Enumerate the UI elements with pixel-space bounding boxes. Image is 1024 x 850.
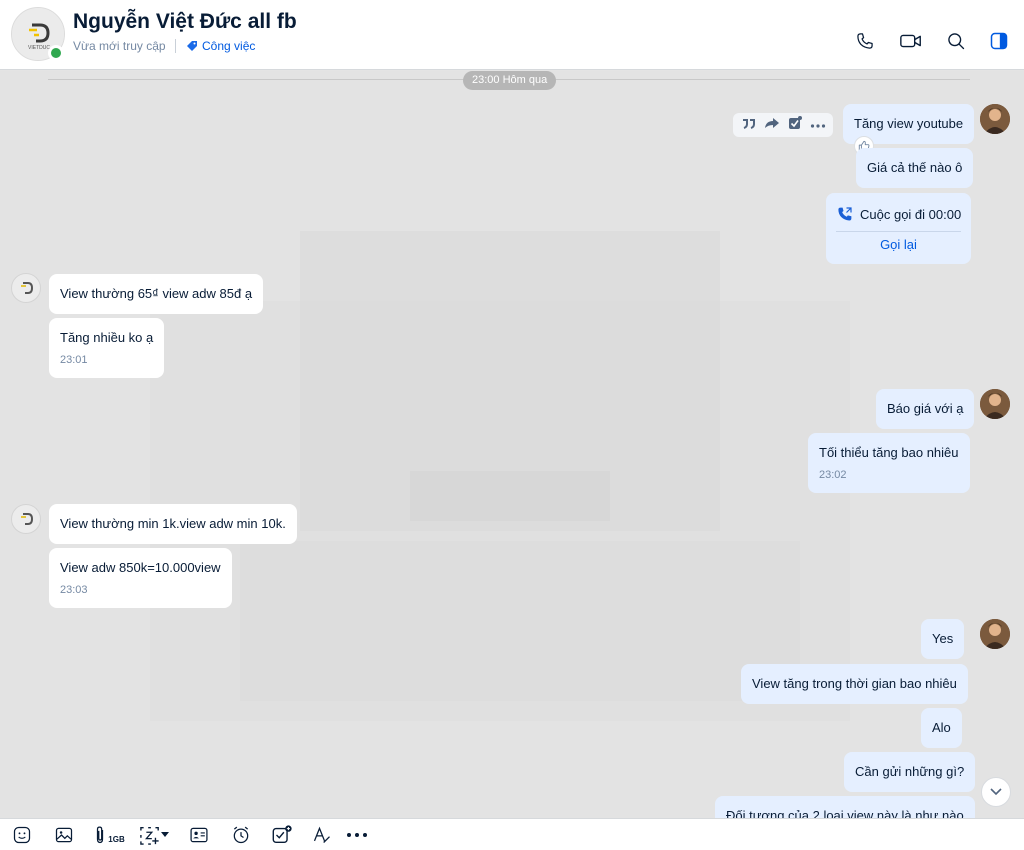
message-bubble[interactable]: View tăng trong thời gian bao nhiêu (741, 664, 968, 704)
message-bubble[interactable]: Tăng nhiều ko ạ 23:01 (49, 318, 165, 378)
contact-avatar-small[interactable] (11, 504, 41, 534)
image-button[interactable] (53, 824, 75, 846)
phone-icon (857, 33, 873, 49)
online-status-dot (48, 45, 64, 61)
more-options-button[interactable] (345, 824, 369, 846)
message-text: Tăng nhiều ko ạ (60, 330, 154, 345)
header-divider (175, 39, 176, 53)
message-time: 23:01 (60, 354, 88, 366)
reminder-button[interactable] (230, 824, 252, 846)
call-divider (836, 231, 961, 232)
message-text: View adw 850k=10.000view (60, 560, 221, 575)
message-bubble[interactable]: Cần gửi những gì? (844, 752, 976, 792)
last-seen-status: Vừa mới truy cập (73, 39, 166, 53)
search-button[interactable] (942, 27, 970, 55)
avatar-logo-text: VIETDUC (28, 45, 50, 51)
image-icon (55, 827, 73, 843)
message-bubble[interactable]: Yes (921, 619, 965, 659)
attachment-icon (97, 826, 104, 844)
reminder-icon (233, 826, 249, 844)
contact-avatar-small[interactable] (11, 273, 41, 303)
outgoing-call-icon (838, 207, 852, 221)
message-actions-toolbar (733, 113, 833, 137)
file-size-label: 1GB (108, 834, 125, 844)
call-history-card: Cuộc gọi đi 00:00 Gọi lại (826, 193, 971, 264)
message-bubble[interactable]: Báo giá với ạ (876, 389, 975, 429)
sticker-icon (13, 826, 31, 844)
caret-down-icon (161, 832, 169, 837)
message-text: Tối thiểu tăng bao nhiêu (819, 445, 959, 460)
attachment-button[interactable]: 1GB (93, 824, 125, 846)
text-format-button[interactable] (311, 824, 333, 846)
contact-name[interactable]: Nguyễn Việt Đức all fb (73, 10, 297, 34)
label-tag[interactable]: Công việc (186, 39, 255, 53)
tag-label: Công việc (202, 39, 256, 53)
contact-card-icon (190, 827, 208, 843)
call-label: Cuộc gọi đi 00:00 (860, 206, 962, 222)
create-task-button[interactable] (787, 115, 803, 136)
sidebar-toggle-icon (990, 32, 1008, 50)
create-task-button[interactable] (270, 824, 294, 846)
call-back-button[interactable]: Gọi lại (826, 237, 971, 252)
message-bubble[interactable]: View thường 65₫ view adw 85đ ạ (49, 274, 264, 314)
message-time: 23:02 (819, 469, 847, 481)
more-actions-button[interactable] (810, 116, 826, 134)
video-call-button[interactable] (897, 27, 925, 55)
message-bubble[interactable]: View thường min 1k.view adw min 10k. (49, 504, 297, 544)
message-time: 23:03 (60, 584, 88, 596)
task-check-icon (788, 115, 802, 129)
avatar-photo (980, 389, 1010, 419)
composer-toolbar: 1GB (0, 818, 1024, 850)
message-bubble[interactable]: Alo (921, 708, 962, 748)
quote-reply-button[interactable] (741, 116, 757, 135)
message-bubble[interactable]: Tối thiểu tăng bao nhiêu 23:02 (808, 433, 970, 493)
phone-call-button[interactable] (851, 27, 879, 55)
contact-card-button[interactable] (188, 824, 210, 846)
message-bubble[interactable]: Giá cả thế nào ô (856, 148, 974, 188)
chat-header: VIETDUC Nguyễn Việt Đức all fb Vừa mới t… (0, 0, 1024, 70)
screenshot-icon (140, 827, 159, 845)
my-avatar[interactable] (980, 104, 1010, 134)
chevron-down-icon (990, 788, 1002, 796)
chat-area[interactable]: 23:00 Hôm qua Tăng view youtube Giá cả t… (0, 71, 1024, 818)
avatar-photo (980, 104, 1010, 134)
scroll-to-bottom-button[interactable] (981, 777, 1011, 807)
tag-icon (187, 41, 197, 51)
forward-icon (764, 117, 779, 128)
avatar-photo (980, 619, 1010, 649)
task-icon (272, 825, 292, 844)
sticker-button[interactable] (11, 824, 33, 846)
text-format-icon (313, 826, 330, 843)
quote-icon (742, 118, 755, 129)
more-icon (810, 124, 825, 128)
my-avatar[interactable] (980, 389, 1010, 419)
screenshot-button[interactable] (137, 824, 171, 846)
conversation-info-button[interactable] (985, 27, 1013, 55)
search-icon (948, 33, 965, 50)
time-separator: 23:00 Hôm qua (463, 71, 557, 90)
my-avatar[interactable] (980, 619, 1010, 649)
forward-button[interactable] (764, 116, 780, 135)
video-call-icon (900, 34, 921, 48)
message-bubble[interactable]: View adw 850k=10.000view 23:03 (49, 548, 232, 608)
more-icon (347, 833, 367, 837)
message-bubble[interactable]: Đối tượng của 2 loại view này là như nào (715, 796, 975, 818)
